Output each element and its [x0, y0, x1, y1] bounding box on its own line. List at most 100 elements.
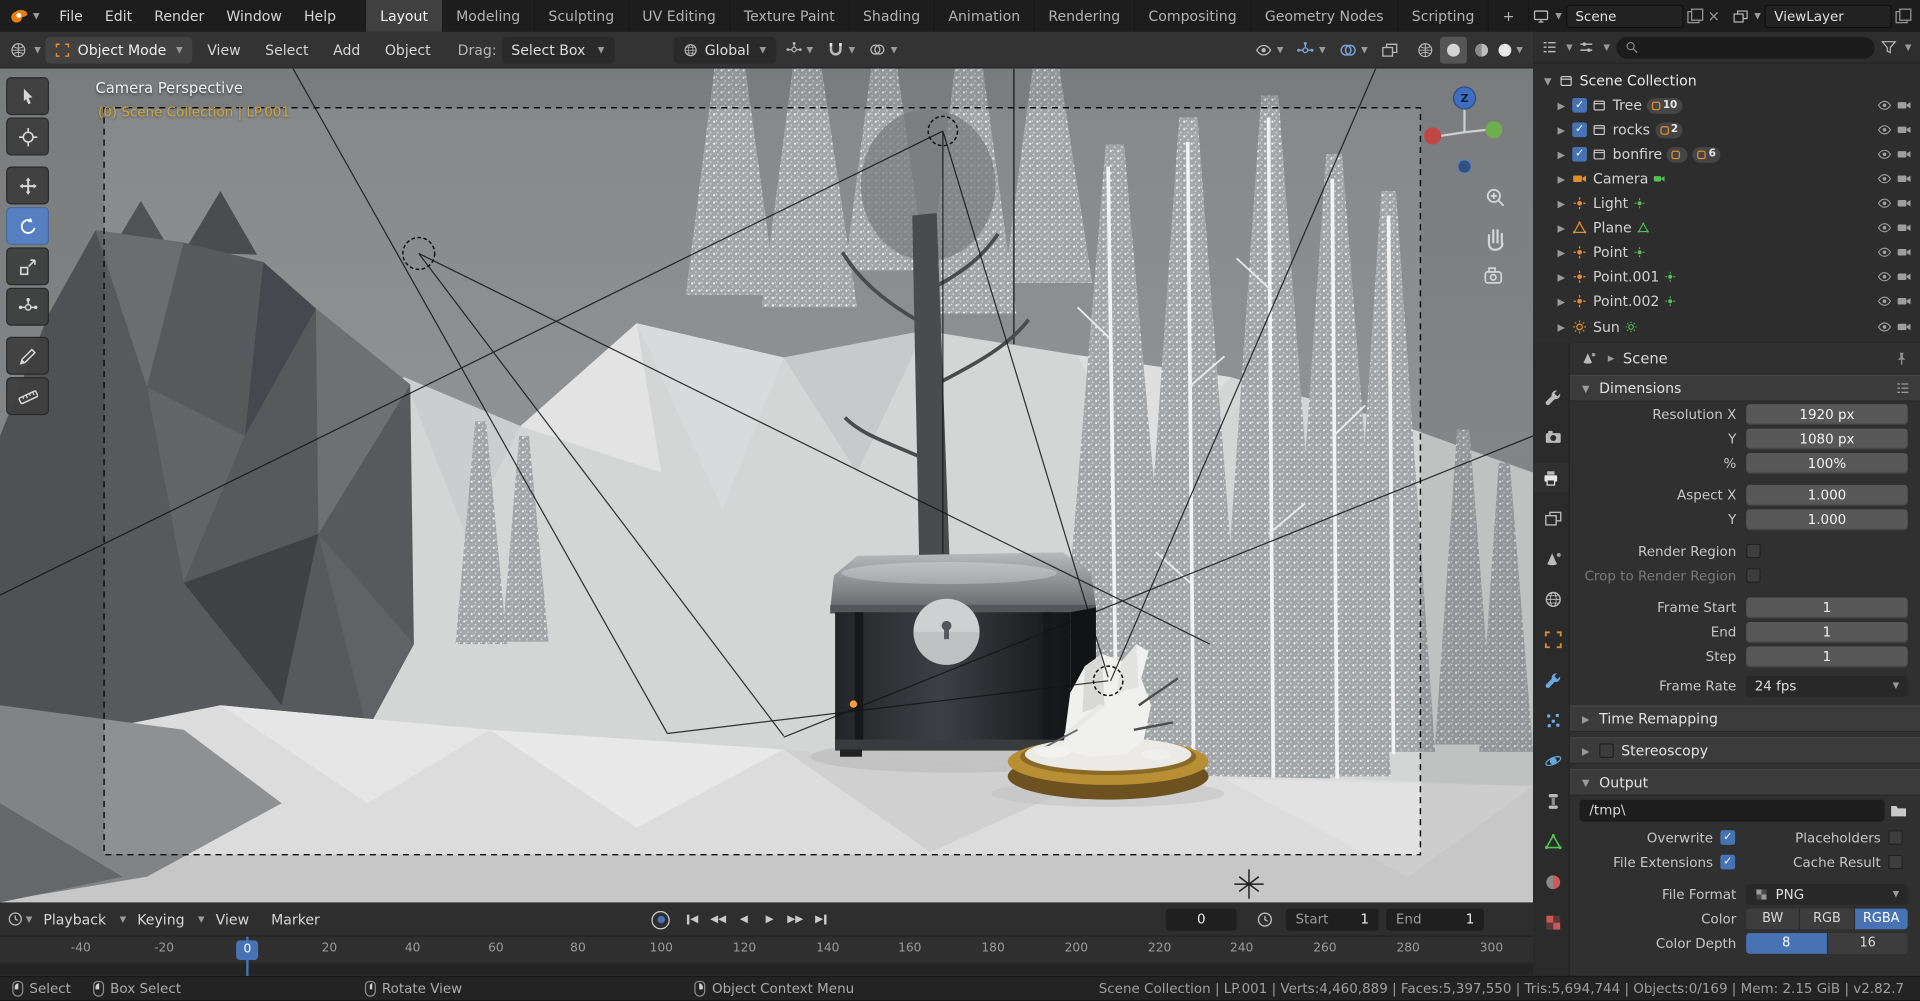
- outliner-row-tree[interactable]: ▶ ✓ Tree 10: [1533, 93, 1920, 117]
- new-scene-button[interactable]: [1686, 8, 1703, 24]
- tool-scale[interactable]: [6, 247, 49, 286]
- hide-eye-icon[interactable]: [1877, 320, 1892, 335]
- tab-shading[interactable]: Shading: [850, 0, 935, 32]
- viewlayer-name-field[interactable]: ViewLayer: [1764, 4, 1892, 28]
- stereoscopy-checkbox[interactable]: ✓: [1599, 743, 1614, 758]
- hide-eye-icon[interactable]: [1877, 269, 1892, 284]
- hide-eye-icon[interactable]: [1877, 122, 1892, 137]
- previous-keyframe-button[interactable]: ◀◀: [707, 909, 730, 930]
- xray-toggle[interactable]: [1376, 36, 1403, 63]
- editor-type-outliner-icon[interactable]: [1542, 39, 1558, 55]
- tab-scene[interactable]: [1537, 544, 1569, 573]
- mode-dropdown[interactable]: Object Mode ▼: [45, 36, 193, 64]
- object-visibility-dropdown[interactable]: ▼: [1250, 36, 1288, 63]
- current-frame-field[interactable]: 0: [1165, 908, 1237, 931]
- tab-compositing[interactable]: Compositing: [1135, 0, 1252, 32]
- tool-cursor[interactable]: [6, 117, 49, 156]
- outliner-row-light[interactable]: ▶ Light: [1533, 191, 1920, 215]
- tool-select-box[interactable]: [6, 77, 49, 116]
- add-workspace-button[interactable]: +: [1489, 0, 1530, 32]
- tab-output[interactable]: [1533, 462, 1569, 493]
- tool-rotate[interactable]: [6, 206, 49, 245]
- viewport-3d-scene[interactable]: [0, 68, 1534, 903]
- render-visibility-camera-icon[interactable]: [1897, 294, 1912, 309]
- outliner-row-camera[interactable]: ▶ Camera: [1533, 167, 1920, 191]
- menu-view[interactable]: View: [197, 41, 250, 58]
- frame-rate-dropdown[interactable]: 24 fps ▼: [1746, 675, 1908, 697]
- transform-orientation-dropdown[interactable]: Global ▼: [672, 36, 776, 64]
- render-visibility-camera-icon[interactable]: [1897, 196, 1912, 211]
- crop-render-region-checkbox[interactable]: ✓: [1746, 568, 1761, 583]
- menu-help[interactable]: Help: [293, 0, 347, 32]
- 3d-viewport[interactable]: Camera Perspective (0) Scene Collection …: [0, 68, 1534, 903]
- hide-eye-icon[interactable]: [1877, 294, 1892, 309]
- hide-eye-icon[interactable]: [1877, 147, 1892, 162]
- scene-browse-icon[interactable]: [1533, 8, 1549, 24]
- menu-add[interactable]: Add: [323, 41, 370, 58]
- show-gizmo-toggle[interactable]: ▼: [1292, 36, 1330, 63]
- aspect-x-field[interactable]: 1.000: [1746, 484, 1908, 506]
- scene-name-field[interactable]: Scene: [1565, 4, 1684, 28]
- tab-texture[interactable]: [1537, 907, 1569, 936]
- jump-to-start-button[interactable]: ◀: [681, 909, 704, 930]
- menu-edit[interactable]: Edit: [94, 0, 143, 32]
- outliner-row-sun[interactable]: ▶ Sun: [1533, 315, 1920, 339]
- unlink-scene-button[interactable]: ×: [1705, 7, 1722, 24]
- blender-menu-button[interactable]: ▼: [0, 7, 48, 24]
- presets-icon[interactable]: [1896, 381, 1911, 396]
- hide-eye-icon[interactable]: [1877, 245, 1892, 260]
- panel-stereoscopy-header[interactable]: ▶ ✓ Stereoscopy: [1569, 737, 1920, 765]
- play-reverse-button[interactable]: ◀: [732, 909, 755, 930]
- hide-eye-icon[interactable]: [1877, 220, 1892, 235]
- tab-render[interactable]: [1537, 422, 1569, 451]
- show-overlays-toggle[interactable]: ▼: [1334, 36, 1372, 63]
- tab-view-layer[interactable]: [1537, 503, 1569, 532]
- tab-sculpting[interactable]: Sculpting: [535, 0, 629, 32]
- tab-modifiers[interactable]: [1537, 665, 1569, 694]
- timeline-ruler[interactable]: -40 -20 20 40 60 80 100 120 140 160 180 …: [0, 936, 1534, 964]
- tab-particles[interactable]: [1537, 705, 1569, 734]
- depth-16-button[interactable]: 16: [1828, 932, 1908, 953]
- timeline-track-area[interactable]: [0, 963, 1534, 975]
- tab-modeling[interactable]: Modeling: [443, 0, 535, 32]
- color-rgba-button[interactable]: RGBA: [1854, 907, 1908, 929]
- new-viewlayer-button[interactable]: [1895, 8, 1912, 24]
- tab-physics[interactable]: [1537, 746, 1569, 775]
- color-bw-button[interactable]: BW: [1746, 907, 1801, 929]
- outliner-search-input[interactable]: [1616, 36, 1875, 59]
- current-frame-badge[interactable]: 0: [236, 940, 259, 961]
- shading-material-button[interactable]: [1468, 36, 1495, 63]
- render-visibility-camera-icon[interactable]: [1897, 98, 1912, 113]
- hide-eye-icon[interactable]: [1877, 98, 1892, 113]
- snap-toggle[interactable]: ▼: [823, 36, 860, 63]
- tool-annotate[interactable]: [6, 336, 49, 375]
- tab-object-data[interactable]: [1537, 827, 1569, 856]
- auto-keying-toggle[interactable]: [651, 910, 670, 929]
- overwrite-checkbox[interactable]: ✓: [1720, 830, 1736, 845]
- aspect-y-field[interactable]: 1.000: [1746, 508, 1908, 530]
- viewlayer-browse-icon[interactable]: [1732, 8, 1748, 24]
- expand-icon[interactable]: ▶: [1555, 222, 1567, 233]
- menu-object[interactable]: Object: [375, 41, 440, 58]
- tab-rendering[interactable]: Rendering: [1035, 0, 1135, 32]
- expand-icon[interactable]: ▶: [1555, 198, 1567, 209]
- filter-icon[interactable]: [1880, 39, 1896, 55]
- hide-eye-icon[interactable]: [1877, 171, 1892, 186]
- play-button[interactable]: ▶: [758, 909, 781, 930]
- frame-start-field[interactable]: Start 1: [1285, 908, 1379, 931]
- drag-tool-dropdown[interactable]: Select Box ▼: [501, 36, 615, 64]
- tab-layout[interactable]: Layout: [366, 0, 443, 32]
- resolution-percent-field[interactable]: 100%: [1746, 452, 1908, 474]
- outliner-row-bonfire[interactable]: ▶ ✓ bonfire 6: [1533, 142, 1920, 166]
- outliner-row-plane[interactable]: ▶ Plane: [1533, 216, 1920, 240]
- tab-constraints[interactable]: [1537, 786, 1569, 815]
- shading-solid-button[interactable]: [1440, 36, 1467, 64]
- expand-icon[interactable]: ▶: [1555, 149, 1567, 160]
- expand-icon[interactable]: ▼: [1542, 75, 1554, 86]
- frame-step-field[interactable]: 1: [1746, 645, 1908, 667]
- file-extensions-checkbox[interactable]: ✓: [1720, 854, 1736, 870]
- tab-uv-editing[interactable]: UV Editing: [629, 0, 731, 32]
- depth-8-button[interactable]: 8: [1746, 932, 1828, 954]
- pin-icon[interactable]: [1894, 351, 1909, 366]
- outliner-row-scene-collection[interactable]: ▼ Scene Collection: [1533, 69, 1920, 93]
